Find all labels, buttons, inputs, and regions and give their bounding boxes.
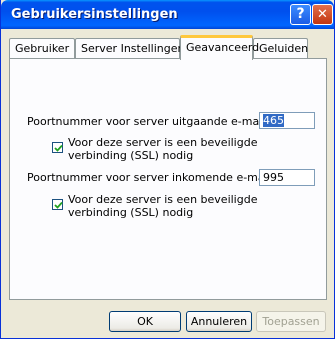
incoming-ssl-label-line2: verbinding (SSL) nodig	[68, 206, 194, 219]
outgoing-port-label: Poortnummer voor server uitgaande e-mail…	[27, 115, 270, 128]
outgoing-port-value: 465	[263, 114, 284, 127]
apply-button[interactable]: Toepassen	[256, 311, 326, 332]
tab-server-instellingen[interactable]: Server Instellingen	[75, 38, 184, 58]
incoming-ssl-label-line1: Voor deze server is een beveiligde	[68, 193, 258, 206]
outgoing-port-input[interactable]: 465	[259, 112, 315, 129]
title-bar[interactable]: Gebruikersinstellingen ? ✕	[1, 0, 334, 29]
outgoing-ssl-label-line1: Voor deze server is een beveiligde	[68, 136, 258, 149]
outgoing-ssl-checkbox[interactable]	[52, 142, 63, 153]
ok-button[interactable]: OK	[109, 311, 181, 332]
incoming-port-label: Poortnummer voor server inkomende e-mail…	[27, 171, 275, 184]
settings-dialog: Gebruikersinstellingen ? ✕ Gebruiker Ser…	[0, 0, 335, 339]
close-button[interactable]: ✕	[312, 4, 333, 25]
outgoing-ssl-label-line2: verbinding (SSL) nodig	[68, 149, 194, 162]
cancel-button[interactable]: Annuleren	[186, 311, 252, 332]
check-icon	[54, 144, 63, 152]
outgoing-ssl-label[interactable]: Voor deze server is een beveiligde verbi…	[68, 136, 257, 162]
dialog-title: Gebruikersinstellingen	[11, 7, 178, 22]
incoming-port-input[interactable]: 995	[259, 169, 315, 186]
check-icon	[54, 201, 63, 209]
incoming-ssl-checkbox[interactable]	[52, 199, 63, 210]
tab-gebruiker[interactable]: Gebruiker	[9, 38, 75, 58]
incoming-ssl-label[interactable]: Voor deze server is een beveiligde verbi…	[68, 193, 257, 219]
tab-geluiden[interactable]: Geluiden	[253, 38, 308, 58]
help-button[interactable]: ?	[290, 4, 311, 25]
tab-panel-geavanceerd: Poortnummer voor server uitgaande e-mail…	[9, 58, 327, 300]
tab-geavanceerd[interactable]: Geavanceerd	[180, 35, 259, 60]
